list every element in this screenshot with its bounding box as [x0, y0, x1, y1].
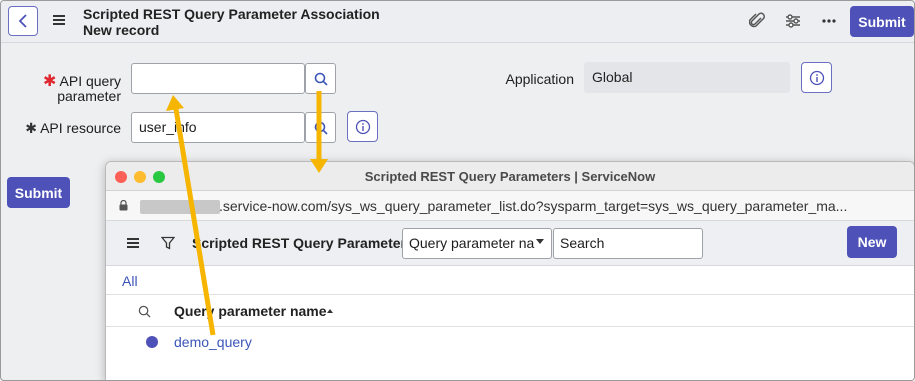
api-resource-input[interactable]: user_info [131, 112, 305, 143]
more-icon[interactable] [819, 11, 839, 31]
info-icon [355, 119, 370, 134]
lookup-popup-window: Scripted REST Query Parameters | Service… [105, 161, 914, 380]
breadcrumb-row [106, 266, 914, 295]
popup-titlebar: Scripted REST Query Parameters | Service… [106, 162, 914, 191]
api-query-parameter-input[interactable] [131, 63, 305, 94]
column-header-name[interactable]: Query parameter name [174, 303, 327, 319]
api-query-parameter-label-2: parameter [57, 88, 121, 104]
app-window: Scripted REST Query Parameter Associatio… [0, 0, 915, 381]
list-title: Scripted REST Query Parameters [192, 235, 414, 251]
redacted-host [140, 200, 220, 214]
submit-button[interactable]: Submit [850, 6, 914, 37]
api-resource-lookup-button[interactable] [305, 112, 336, 143]
submit-button-bottom[interactable]: Submit [7, 177, 70, 208]
table-row-link[interactable]: demo_query [174, 334, 252, 350]
menu-icon[interactable] [53, 15, 65, 27]
api-resource-info-button[interactable] [347, 111, 378, 142]
row-status-icon [146, 336, 158, 348]
list-menu-icon[interactable] [127, 238, 139, 248]
search-icon [314, 121, 328, 135]
api-query-parameter-lookup-button[interactable] [305, 63, 336, 94]
settings-icon[interactable] [783, 11, 803, 31]
back-button[interactable] [8, 6, 38, 36]
attachment-icon[interactable] [747, 11, 767, 31]
search-icon[interactable] [138, 305, 151, 318]
chevron-down-icon [536, 239, 544, 244]
url-text[interactable]: .service-now.com/sys_ws_query_parameter_… [219, 198, 847, 214]
info-icon [809, 70, 824, 85]
breadcrumb-all[interactable]: All [122, 273, 138, 289]
api-resource-label: ✱ API resource [25, 120, 121, 136]
new-button[interactable]: New [847, 226, 897, 258]
application-field: Global [584, 62, 790, 93]
form-header: Scripted REST Query Parameter Associatio… [1, 1, 914, 43]
back-icon [18, 14, 27, 28]
popup-title: Scripted REST Query Parameters | Service… [364, 169, 656, 184]
sort-ascending-icon [327, 309, 333, 313]
search-input[interactable]: Search [553, 228, 703, 259]
search-icon [314, 72, 328, 86]
form-subtitle: New record [83, 22, 160, 38]
filter-icon[interactable] [161, 236, 175, 250]
application-info-button[interactable] [801, 62, 832, 93]
search-field-select[interactable]: Query parameter na [402, 228, 552, 259]
lock-icon [119, 200, 128, 211]
required-icon: ✱ [25, 120, 37, 136]
form-title: Scripted REST Query Parameter Associatio… [83, 6, 380, 22]
application-label: Application [505, 71, 575, 87]
